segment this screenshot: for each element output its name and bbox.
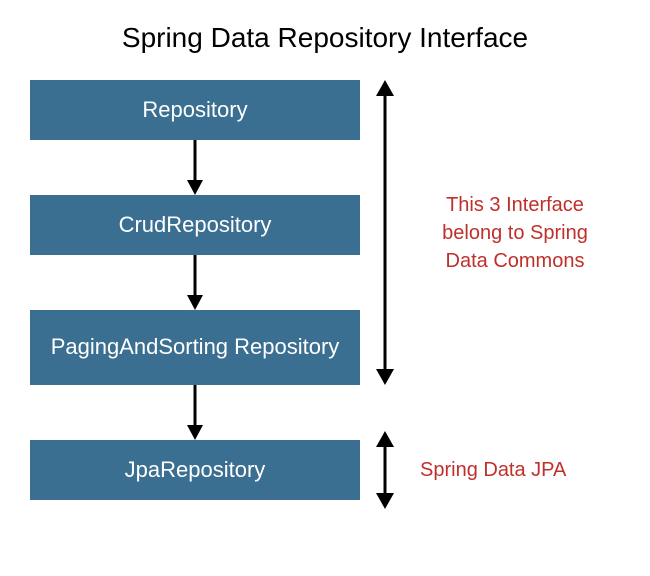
box-crud-repository: CrudRepository bbox=[30, 195, 360, 255]
boxes-column-commons: Repository CrudRepository PagingAndSorti… bbox=[30, 80, 360, 385]
connector-row bbox=[30, 385, 620, 440]
group-jpa: JpaRepository Spring Data JPA bbox=[30, 440, 620, 500]
double-arrow-icon bbox=[368, 431, 402, 509]
diagram-title: Spring Data Repository Interface bbox=[0, 22, 650, 54]
box-jpa-repository-label: JpaRepository bbox=[125, 456, 266, 485]
box-jpa-repository: JpaRepository bbox=[30, 440, 360, 500]
annotation-commons-text: This 3 Interface belong to Spring Data C… bbox=[420, 191, 610, 275]
annotation-commons: This 3 Interface belong to Spring Data C… bbox=[410, 80, 610, 385]
arrow-crud-to-paging bbox=[185, 255, 205, 310]
group-commons: Repository CrudRepository PagingAndSorti… bbox=[30, 80, 620, 385]
diagram-container: Repository CrudRepository PagingAndSorti… bbox=[30, 80, 620, 500]
box-paging-repository-label: PagingAndSorting Repository bbox=[51, 333, 340, 362]
box-crud-repository-label: CrudRepository bbox=[119, 211, 272, 240]
box-paging-repository: PagingAndSorting Repository bbox=[30, 310, 360, 385]
boxes-column-jpa: JpaRepository bbox=[30, 440, 360, 500]
arrow-paging-to-jpa bbox=[185, 385, 205, 440]
annotation-jpa-text: Spring Data JPA bbox=[420, 456, 566, 484]
double-arrow-icon bbox=[368, 80, 402, 385]
box-repository-label: Repository bbox=[142, 96, 247, 125]
arrow-repository-to-crud bbox=[185, 140, 205, 195]
box-repository: Repository bbox=[30, 80, 360, 140]
annotation-jpa: Spring Data JPA bbox=[410, 440, 610, 500]
